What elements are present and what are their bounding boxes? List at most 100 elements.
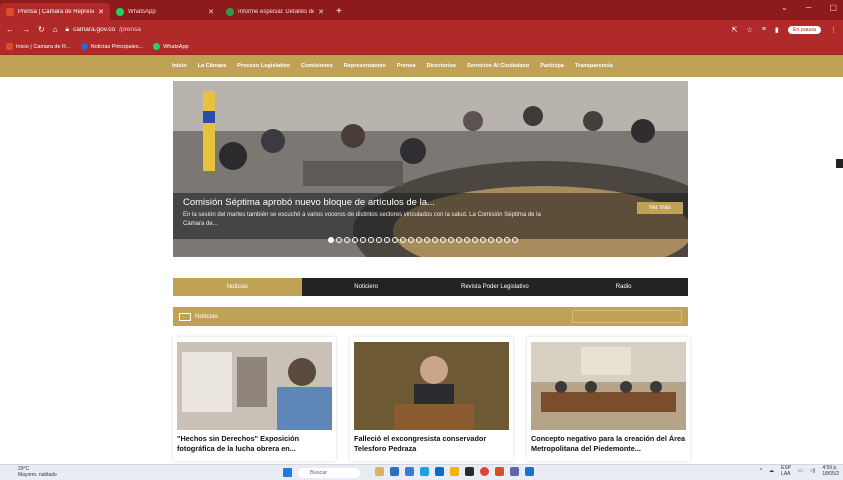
- chrome-icon[interactable]: [480, 467, 489, 476]
- home-icon[interactable]: ⌂: [53, 25, 58, 34]
- nav-item-inicio[interactable]: Inicio: [172, 63, 187, 69]
- app-icon[interactable]: [420, 467, 429, 476]
- carousel-dot[interactable]: [400, 237, 406, 243]
- minimize-icon[interactable]: ─: [806, 3, 812, 12]
- nav-item-proceso-legislativo[interactable]: Proceso Legislativo: [237, 63, 290, 69]
- system-tray: ^ ☁ ESP LAA ▭ ◁) 4:59 p. 18/05/2: [760, 465, 839, 477]
- news-card-image: [177, 342, 332, 430]
- carousel-dot[interactable]: [448, 237, 454, 243]
- language-indicator[interactable]: ESP LAA: [781, 465, 791, 477]
- new-tab-button[interactable]: +: [330, 3, 348, 20]
- clock[interactable]: 4:59 p. 18/05/2: [822, 465, 839, 477]
- news-card-title[interactable]: Concepto negativo para la creación del Á…: [531, 434, 686, 454]
- reload-icon[interactable]: ↻: [38, 25, 45, 34]
- app-icon[interactable]: [375, 467, 384, 476]
- carousel-dot[interactable]: [344, 237, 350, 243]
- camara-favicon-icon: [6, 7, 14, 16]
- news-card-title[interactable]: Falleció el excongresista conservador Te…: [354, 434, 509, 454]
- teams-icon[interactable]: [510, 467, 519, 476]
- carousel-dot[interactable]: [472, 237, 478, 243]
- chevron-up-icon[interactable]: ^: [760, 468, 762, 475]
- app-icon[interactable]: [405, 467, 414, 476]
- bookmark-item[interactable]: Noticias Principales...: [80, 43, 143, 50]
- carousel-dot[interactable]: [456, 237, 462, 243]
- tab-whatsapp[interactable]: WhatsApp ✕: [110, 3, 220, 20]
- network-icon[interactable]: ▭: [798, 468, 803, 475]
- carousel-dot[interactable]: [432, 237, 438, 243]
- taskbar-search[interactable]: Buscar: [298, 468, 360, 478]
- news-card[interactable]: Falleció el excongresista conservador Te…: [350, 337, 513, 461]
- weather-widget[interactable]: 29°C Mayorm. nublado: [18, 466, 57, 478]
- news-card[interactable]: "Hechos sin Derechos" Exposición fotográ…: [173, 337, 336, 461]
- nav-item-participa[interactable]: Participa: [540, 63, 564, 69]
- carousel-dot[interactable]: [440, 237, 446, 243]
- nav-item-directorios[interactable]: Directorios: [426, 63, 456, 69]
- carousel-dot[interactable]: [336, 237, 342, 243]
- folder-icon[interactable]: [450, 467, 459, 476]
- nav-item-transparencia[interactable]: Transparencia: [575, 63, 613, 69]
- carousel-dot[interactable]: [360, 237, 366, 243]
- address-bar[interactable]: 🔒︎ camara.gov.co/prensa: [65, 23, 724, 36]
- tab-prensa[interactable]: Prensa | Camara de Representan ✕: [0, 3, 110, 20]
- menu-icon[interactable]: ⋮: [830, 26, 837, 34]
- carousel-dot[interactable]: [480, 237, 486, 243]
- bookmark-item[interactable]: WhatsApp: [153, 43, 189, 50]
- carousel-dot[interactable]: [496, 237, 502, 243]
- star-icon[interactable]: ☆: [747, 26, 753, 34]
- carousel-dot[interactable]: [384, 237, 390, 243]
- read-more-button[interactable]: Ver más: [636, 202, 683, 214]
- back-icon[interactable]: ←: [6, 25, 14, 34]
- nav-item-representantes[interactable]: Representantes: [344, 63, 386, 69]
- hero-title[interactable]: Comisión Séptima aprobó nuevo bloque de …: [183, 197, 678, 208]
- hero-carousel[interactable]: Comisión Séptima aprobó nuevo bloque de …: [173, 81, 688, 257]
- forward-icon[interactable]: →: [22, 25, 30, 34]
- reading-list-icon[interactable]: ≡: [762, 26, 766, 33]
- carousel-dot[interactable]: [376, 237, 382, 243]
- nav-item-la-camara[interactable]: La Cámara: [198, 63, 227, 69]
- news-card[interactable]: Concepto negativo para la creación del Á…: [527, 337, 690, 461]
- nav-item-servicios[interactable]: Servicios Al Ciudadano: [467, 63, 529, 69]
- carousel-dot[interactable]: [328, 237, 334, 243]
- news-card-title[interactable]: "Hechos sin Derechos" Exposición fotográ…: [177, 434, 332, 454]
- bookmark-item[interactable]: Inicio | Camara de R...: [6, 43, 71, 50]
- nav-item-comisiones[interactable]: Comisiones: [301, 63, 333, 69]
- close-icon[interactable]: ✕: [98, 8, 104, 16]
- close-icon[interactable]: ✕: [318, 8, 324, 16]
- camara-favicon-icon: [6, 43, 13, 50]
- carousel-dot[interactable]: [488, 237, 494, 243]
- carousel-dot[interactable]: [408, 237, 414, 243]
- tab-title: WhatsApp: [128, 8, 156, 15]
- bookmark-label: Inicio | Camara de R...: [16, 43, 71, 50]
- app-icon[interactable]: [390, 467, 399, 476]
- carousel-dot[interactable]: [464, 237, 470, 243]
- tab-noticiero[interactable]: Noticiero: [302, 278, 431, 296]
- app-icon[interactable]: [525, 467, 534, 476]
- sidepanel-icon[interactable]: ▮: [775, 26, 779, 34]
- carousel-dot[interactable]: [504, 237, 510, 243]
- side-widget-icon[interactable]: [836, 159, 843, 168]
- maximize-icon[interactable]: ▢: [829, 3, 837, 12]
- app-icon[interactable]: [495, 467, 504, 476]
- carousel-dot[interactable]: [368, 237, 374, 243]
- profile-paused-button[interactable]: En pausa: [787, 25, 821, 34]
- tab-noticias[interactable]: Noticias: [173, 278, 302, 296]
- onedrive-icon[interactable]: ☁: [769, 468, 774, 475]
- tab-informe[interactable]: Informe especial: Detalles de la l ✕: [220, 3, 330, 20]
- app-icon[interactable]: [435, 467, 444, 476]
- close-icon[interactable]: ✕: [208, 8, 214, 16]
- carousel-dot[interactable]: [392, 237, 398, 243]
- carousel-dot[interactable]: [352, 237, 358, 243]
- volume-icon[interactable]: ◁): [810, 468, 816, 475]
- tab-revista[interactable]: Revista Poder Legislativo: [431, 278, 560, 296]
- news-card-image: [531, 342, 686, 430]
- windows-start-icon[interactable]: [283, 468, 292, 477]
- carousel-dot[interactable]: [416, 237, 422, 243]
- hero-caption: Comisión Séptima aprobó nuevo bloque de …: [173, 193, 688, 239]
- tab-radio[interactable]: Radio: [559, 278, 688, 296]
- carousel-dot[interactable]: [424, 237, 430, 243]
- share-icon[interactable]: ⇱: [732, 26, 738, 34]
- nav-item-prensa[interactable]: Prensa: [397, 63, 416, 69]
- app-icon[interactable]: [465, 467, 474, 476]
- carousel-dot[interactable]: [512, 237, 518, 243]
- chevron-down-icon[interactable]: ⌄: [781, 3, 788, 12]
